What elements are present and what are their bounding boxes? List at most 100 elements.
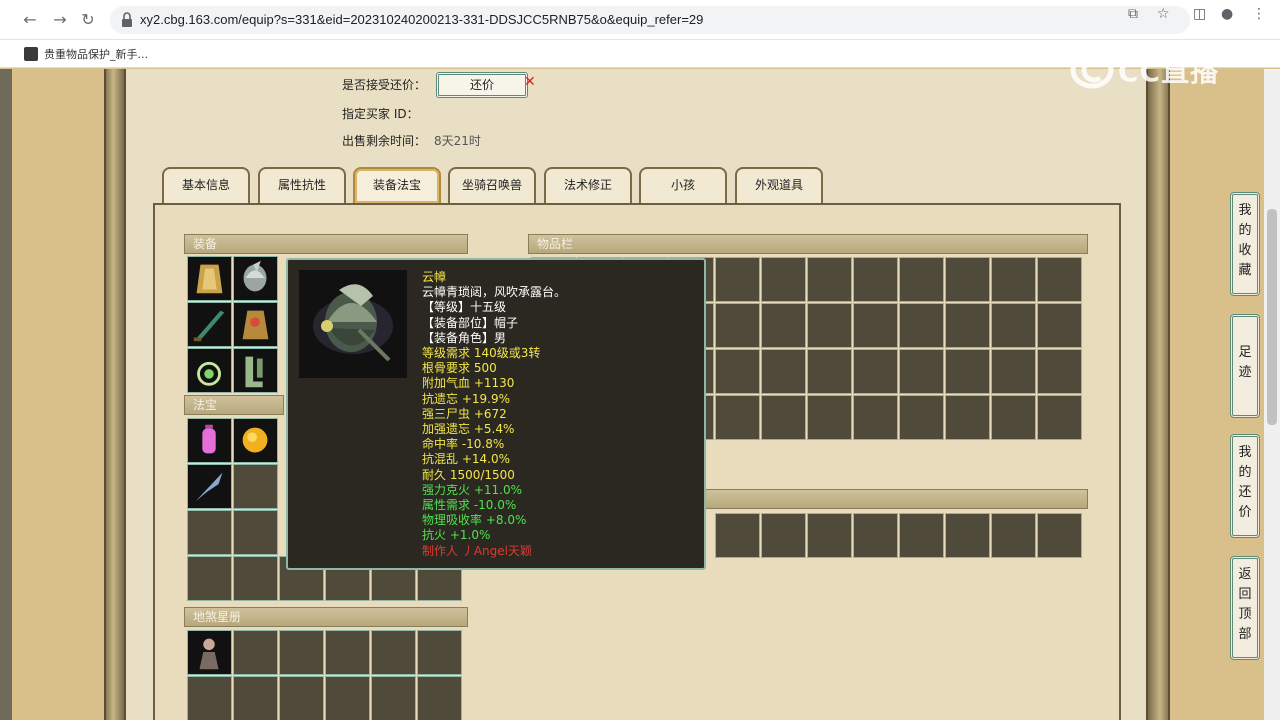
star-book-slot-empty[interactable] xyxy=(279,676,324,720)
star-book-slot-empty[interactable] xyxy=(325,676,370,720)
tooltip-line: 【装备角色】男 xyxy=(422,330,507,345)
warrior-icon xyxy=(199,638,219,670)
inventory-slot[interactable] xyxy=(899,303,944,348)
inventory-slot[interactable] xyxy=(807,349,852,394)
inventory-slot[interactable] xyxy=(899,257,944,302)
star-book-slot-empty[interactable] xyxy=(279,630,324,675)
secondary-slot[interactable] xyxy=(899,513,944,558)
treasure-slot-empty[interactable] xyxy=(187,556,232,601)
inventory-slot[interactable] xyxy=(899,349,944,394)
my-counter-offers-button[interactable]: 我的还价 xyxy=(1230,434,1260,538)
treasure-slot-empty[interactable] xyxy=(187,510,232,555)
secondary-slot[interactable] xyxy=(715,513,760,558)
star-book-slot-empty[interactable] xyxy=(371,676,416,720)
tab-basic-info[interactable]: 基本信息 xyxy=(162,167,250,203)
treasure-slot-empty[interactable] xyxy=(233,464,278,509)
menu-icon[interactable]: ⋮ xyxy=(1252,6,1266,22)
secondary-slot[interactable] xyxy=(761,513,806,558)
inventory-slot[interactable] xyxy=(853,395,898,440)
secondary-slot[interactable] xyxy=(807,513,852,558)
tooltip-line: 制作人 丿Angel天颖 xyxy=(422,543,532,558)
inventory-slot[interactable] xyxy=(991,395,1036,440)
inventory-slot[interactable] xyxy=(899,395,944,440)
inventory-slot[interactable] xyxy=(945,395,990,440)
footprint-button[interactable]: 足迹 xyxy=(1230,314,1260,418)
star-book-slot-empty[interactable] xyxy=(417,630,462,675)
star-book-slot-empty[interactable] xyxy=(417,676,462,720)
star-book-slot-empty[interactable] xyxy=(187,676,232,720)
forward-icon[interactable]: → xyxy=(50,10,70,30)
inventory-slot[interactable] xyxy=(1037,395,1082,440)
sword-icon xyxy=(193,310,225,342)
inventory-slot[interactable] xyxy=(945,349,990,394)
inventory-slot[interactable] xyxy=(715,303,760,348)
url-field[interactable]: xy2.cbg.163.com/equip?s=331&eid=20231024… xyxy=(110,6,1190,34)
inventory-slot[interactable] xyxy=(761,395,806,440)
share-icon[interactable]: ⧉ xyxy=(1128,6,1138,22)
secondary-slot[interactable] xyxy=(991,513,1036,558)
inventory-slot[interactable] xyxy=(807,257,852,302)
inventory-slot[interactable] xyxy=(761,349,806,394)
star-book-slot-empty[interactable] xyxy=(325,630,370,675)
gold-treasure-icon xyxy=(242,427,268,453)
tab-appearance[interactable]: 外观道具 xyxy=(735,167,823,203)
buyer-id-label: 指定买家 ID： xyxy=(342,107,419,121)
inventory-slot[interactable] xyxy=(853,349,898,394)
back-to-top-button[interactable]: 返回顶部 xyxy=(1230,556,1260,660)
equip-slot-boots[interactable] xyxy=(233,348,278,393)
secondary-slot[interactable] xyxy=(853,513,898,558)
inventory-slot[interactable] xyxy=(1037,349,1082,394)
equip-slot-armor[interactable] xyxy=(187,256,232,301)
inventory-slot[interactable] xyxy=(945,303,990,348)
equip-slot-helmet[interactable] xyxy=(233,256,278,301)
tab-equipment[interactable]: 装备法宝 xyxy=(353,167,441,203)
counter-offer-button[interactable]: 还价 xyxy=(436,72,528,98)
tab-attributes[interactable]: 属性抗性 xyxy=(258,167,346,203)
star-book-slot-empty[interactable] xyxy=(233,630,278,675)
inventory-slot[interactable] xyxy=(1037,303,1082,348)
scrollbar-thumb[interactable] xyxy=(1267,209,1277,425)
inventory-slot[interactable] xyxy=(715,257,760,302)
star-book-slot-empty[interactable] xyxy=(371,630,416,675)
back-icon[interactable]: ← xyxy=(20,10,40,30)
robe-icon xyxy=(242,310,269,340)
profile-icon[interactable]: ● xyxy=(1221,6,1233,22)
tab-spell-correction[interactable]: 法术修正 xyxy=(544,167,632,203)
inventory-slot[interactable] xyxy=(991,303,1036,348)
sidepanel-icon[interactable]: ◫ xyxy=(1193,6,1206,22)
inventory-slot[interactable] xyxy=(715,349,760,394)
secondary-slot[interactable] xyxy=(945,513,990,558)
star-book-slot-figure[interactable] xyxy=(187,630,232,675)
treasure-slot-empty[interactable] xyxy=(233,510,278,555)
inventory-slot[interactable] xyxy=(991,257,1036,302)
secondary-slot[interactable] xyxy=(1037,513,1082,558)
inventory-slot[interactable] xyxy=(715,395,760,440)
inventory-slot[interactable] xyxy=(991,349,1036,394)
scrollbar[interactable] xyxy=(1264,69,1280,720)
inventory-slot[interactable] xyxy=(853,303,898,348)
my-favorites-button[interactable]: 我的收藏 xyxy=(1230,192,1260,296)
inventory-slot[interactable] xyxy=(945,257,990,302)
tab-mounts[interactable]: 坐骑召唤兽 xyxy=(448,167,536,203)
inventory-slot[interactable] xyxy=(807,395,852,440)
left-border xyxy=(0,69,12,720)
star-icon[interactable]: ☆ xyxy=(1157,6,1170,22)
treasure-slot-gold[interactable] xyxy=(233,418,278,463)
reload-icon[interactable]: ↻ xyxy=(78,10,98,30)
inventory-slot[interactable] xyxy=(853,257,898,302)
tooltip-line: 【装备部位】帽子 xyxy=(422,315,519,330)
equip-slot-necklace[interactable] xyxy=(187,348,232,393)
footprint-label: 足迹 xyxy=(1238,345,1252,380)
equip-slot-robe[interactable] xyxy=(233,302,278,347)
treasure-slot-feather[interactable] xyxy=(187,464,232,509)
inventory-slot[interactable] xyxy=(807,303,852,348)
inventory-slot[interactable] xyxy=(761,303,806,348)
tab-child[interactable]: 小孩 xyxy=(639,167,727,203)
equip-slot-weapon[interactable] xyxy=(187,302,232,347)
inventory-slot[interactable] xyxy=(761,257,806,302)
treasure-slot-lantern[interactable] xyxy=(187,418,232,463)
star-book-slot-empty[interactable] xyxy=(233,676,278,720)
treasure-slot-empty[interactable] xyxy=(233,556,278,601)
inventory-slot[interactable] xyxy=(1037,257,1082,302)
bookmark-item[interactable]: 贵重物品保护_新手... xyxy=(24,45,148,63)
